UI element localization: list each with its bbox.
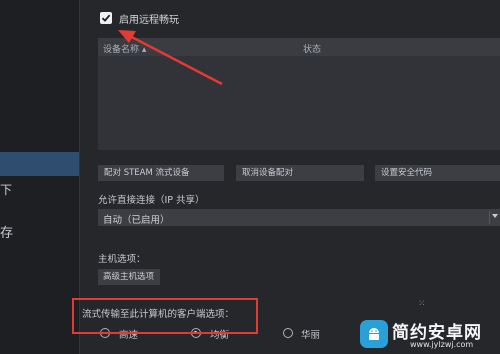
watermark-url: www.jylzwj.com — [410, 340, 474, 349]
cursor-marker: ⁙ — [418, 299, 426, 309]
android-logo-icon — [360, 320, 388, 348]
site-watermark: 简约安卓网 www.jylzwj.com — [352, 316, 500, 354]
